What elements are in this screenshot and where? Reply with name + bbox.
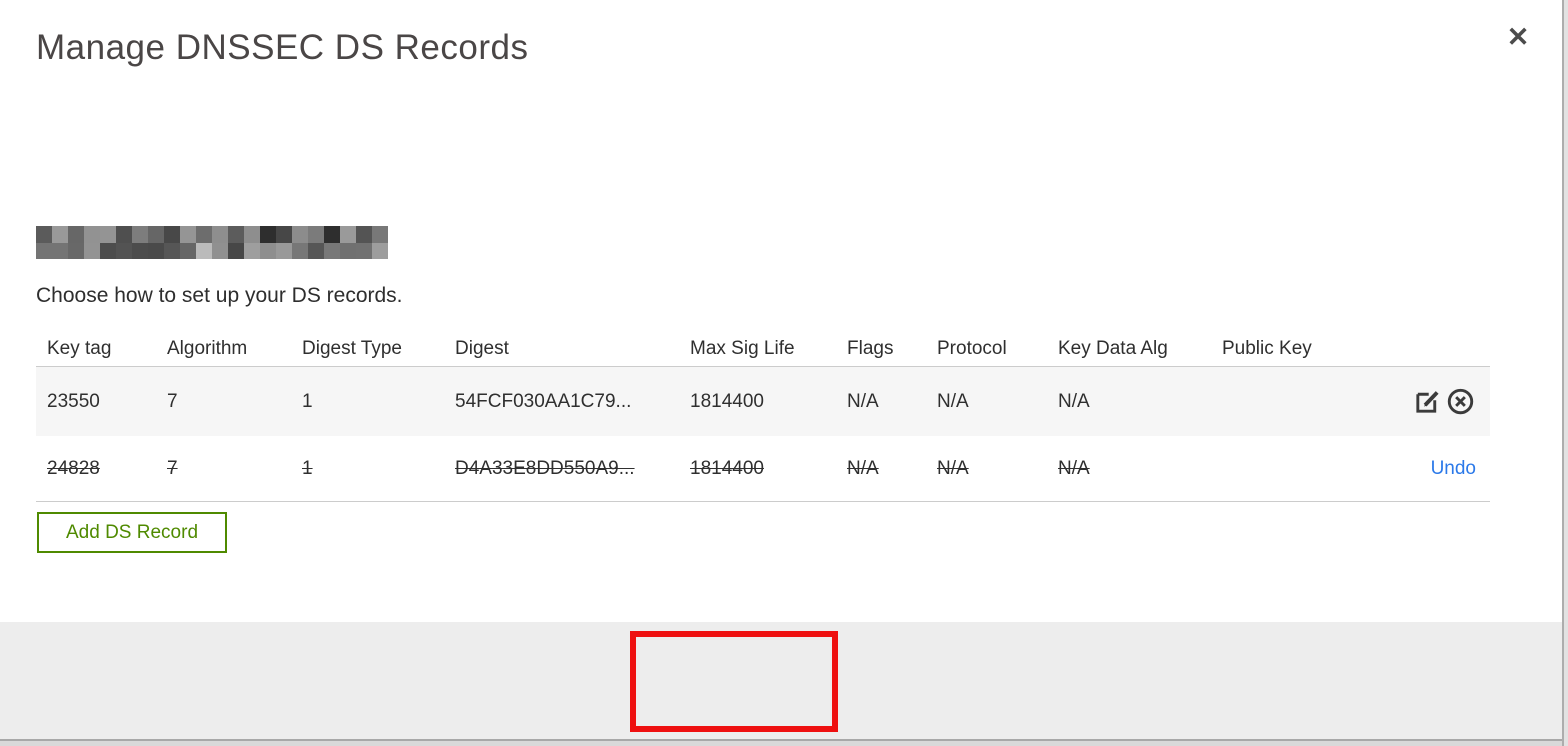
col-header-digest: Digest (455, 337, 509, 359)
cell-protocol: N/A (937, 390, 969, 412)
modal-footer: Save Cancel (0, 622, 1568, 739)
cell-protocol: N/A (937, 457, 969, 479)
col-header-key-tag: Key tag (47, 337, 112, 359)
table-header-row: Key tag Algorithm Digest Type Digest Max… (36, 331, 1490, 366)
cell-flags: N/A (847, 390, 879, 412)
cell-digest-type: 1 (302, 457, 313, 479)
col-header-digest-type: Digest Type (302, 337, 402, 359)
delete-record-button[interactable] (1444, 386, 1476, 418)
cell-max-sig-life: 1814400 (690, 457, 764, 479)
cell-key-data-alg: N/A (1058, 390, 1090, 412)
cell-key-tag: 24828 (47, 457, 100, 479)
col-header-public-key: Public Key (1222, 337, 1312, 359)
cell-algorithm: 7 (167, 457, 178, 479)
col-header-protocol: Protocol (937, 337, 1007, 359)
cell-digest: D4A33E8DD550A9... (455, 457, 635, 479)
row-actions: Undo (1431, 458, 1490, 480)
col-header-algorithm: Algorithm (167, 337, 248, 359)
window-frame-bottom (0, 739, 1568, 746)
add-ds-record-button[interactable]: Add DS Record (37, 512, 228, 553)
redacted-domain-name (36, 226, 388, 259)
pencil-square-icon (1413, 387, 1442, 416)
circle-x-icon (1446, 387, 1475, 416)
cell-max-sig-life: 1814400 (690, 390, 764, 412)
undo-link[interactable]: Undo (1431, 458, 1476, 480)
cell-flags: N/A (847, 457, 879, 479)
subtitle-text: Choose how to set up your DS records. (36, 284, 403, 307)
cell-digest-type: 1 (302, 390, 313, 412)
page-title: Manage DNSSEC DS Records (36, 28, 529, 67)
table-row-deleted: 24828 7 1 D4A33E8DD550A9... 1814400 N/A … (36, 436, 1490, 502)
ds-records-table: Key tag Algorithm Digest Type Digest Max… (36, 331, 1490, 502)
window-frame-right (1562, 0, 1568, 746)
dnssec-modal: Manage DNSSEC DS Records ✕ Choose how to… (0, 0, 1568, 746)
col-header-key-data-alg: Key Data Alg (1058, 337, 1168, 359)
close-icon[interactable]: ✕ (1501, 20, 1535, 54)
col-header-flags: Flags (847, 337, 894, 359)
cell-key-data-alg: N/A (1058, 457, 1090, 479)
col-header-max-sig-life: Max Sig Life (690, 337, 795, 359)
cell-digest: 54FCF030AA1C79... (455, 390, 632, 412)
row-actions (1411, 386, 1490, 418)
cell-key-tag: 23550 (47, 390, 100, 412)
table-row-active: 23550 7 1 54FCF030AA1C79... 1814400 N/A … (36, 366, 1490, 436)
edit-record-button[interactable] (1411, 386, 1443, 418)
cell-algorithm: 7 (167, 390, 178, 412)
